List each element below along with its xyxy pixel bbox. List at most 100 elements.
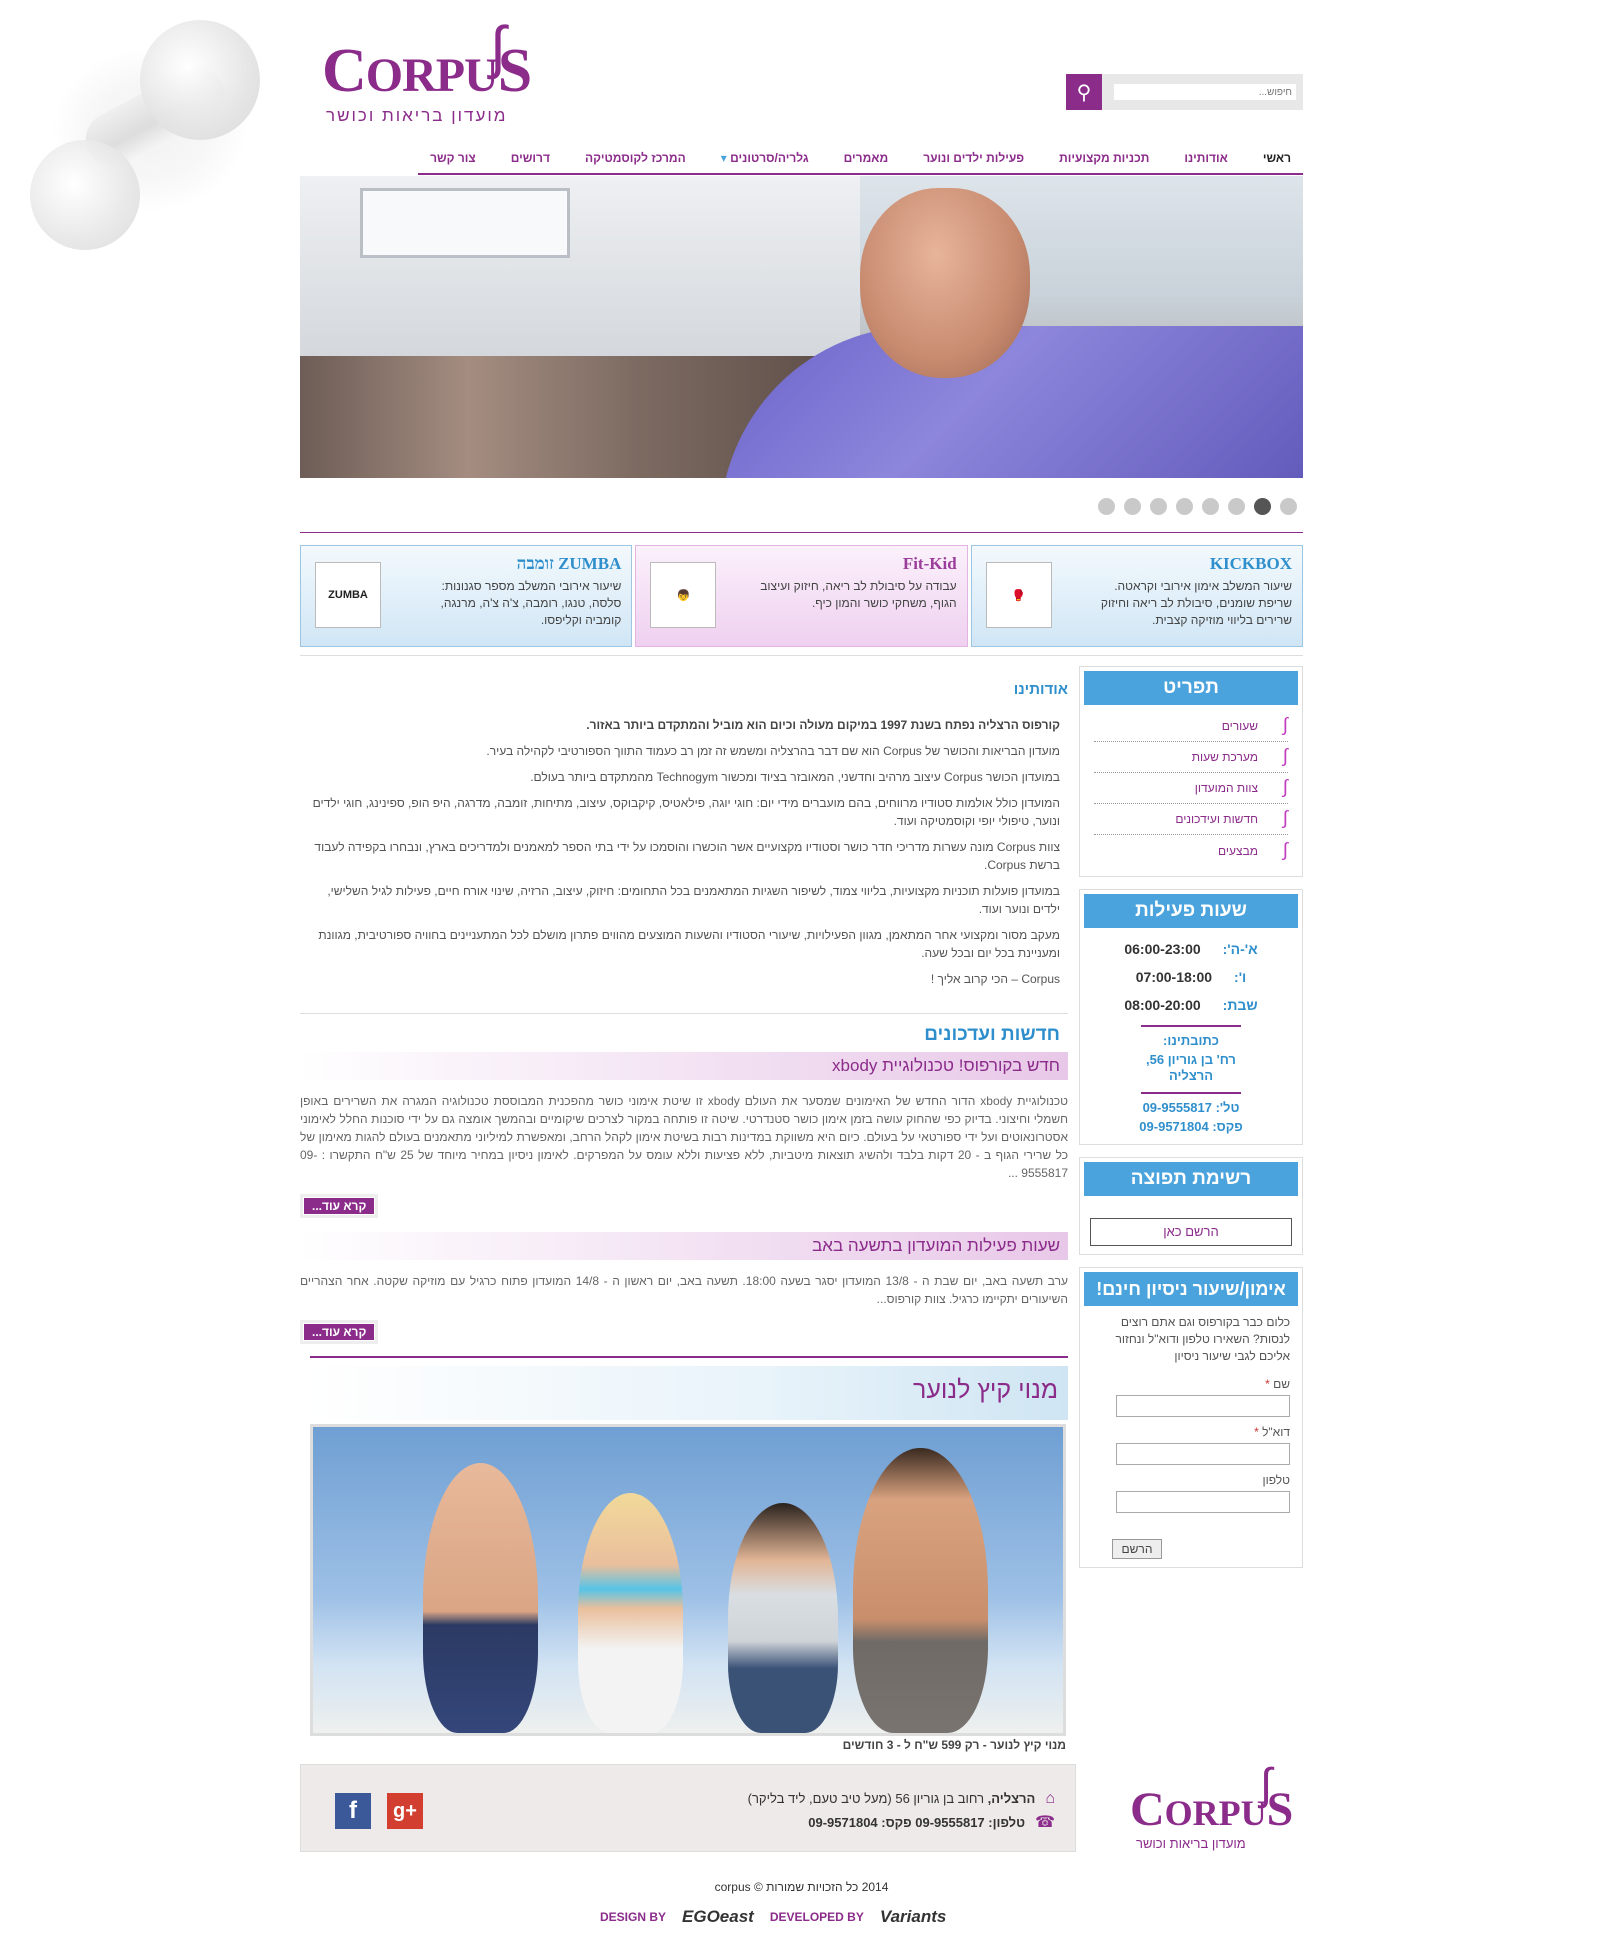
phone-icon: ☎ bbox=[1035, 1814, 1055, 1831]
news-item-headline[interactable]: שעות פעילות המועדון בתשעה באב bbox=[300, 1232, 1068, 1260]
about-paragraph: המועדון כולל אולמות סטודיו מרווחים, בהם … bbox=[312, 796, 1060, 828]
footer-city: הרצליה, bbox=[987, 1791, 1036, 1806]
phone-label: טלפון bbox=[1262, 1473, 1290, 1487]
footer-address: רחוב בן גוריון 56 (מעל טיב טעם, ליד בליק… bbox=[747, 1791, 988, 1806]
search-button[interactable]: ⚲ bbox=[1066, 74, 1102, 110]
name-field[interactable] bbox=[1116, 1395, 1290, 1417]
hero-slider-image bbox=[300, 176, 1303, 478]
site-logo[interactable]: CORPUS ∫ מועדון בריאות וכושר bbox=[322, 10, 532, 130]
nav-cosmetics[interactable]: המרכז לקוסמטיקה bbox=[585, 151, 686, 165]
phone-field[interactable] bbox=[1116, 1491, 1290, 1513]
slider-dot[interactable] bbox=[1124, 498, 1141, 515]
fax-text: פקס: 09-9571804 bbox=[1139, 1119, 1243, 1134]
footer: ⌂ הרצליה, רחוב בן גוריון 56 (מעל טיב טעם,… bbox=[300, 1764, 1076, 1852]
hours-time: 06:00-23:00 bbox=[1124, 941, 1201, 957]
footer-contact: ⌂ הרצליה, רחוב בן גוריון 56 (מעל טיב טעם,… bbox=[748, 1787, 1055, 1835]
fitkid-thumbnail: 👦 bbox=[650, 562, 717, 628]
footer-logo[interactable]: CORPUS ∫ מועדון בריאות וכושר bbox=[1130, 1760, 1300, 1860]
sidebar-item-classes[interactable]: ∫ שעורים bbox=[1094, 711, 1288, 742]
promo-zumba[interactable]: ZUMBA זומבה שיעור אירובי המשלב מספר סגנו… bbox=[300, 545, 633, 647]
divider bbox=[310, 1356, 1068, 1358]
slider-dot[interactable] bbox=[1228, 498, 1245, 515]
summer-promo-title: מנוי קיץ לנוער bbox=[310, 1366, 1068, 1420]
nav-kids[interactable]: פעילות ילדים ונוער bbox=[923, 151, 1024, 165]
summer-promo-link[interactable]: מנוי קיץ לנוער bbox=[990, 1738, 1066, 1752]
caption-text: - רק 599 ש"ח ל - 3 חודשים bbox=[842, 1738, 991, 1752]
nav-contact[interactable]: צור קשר bbox=[430, 151, 476, 165]
home-icon: ⌂ bbox=[1045, 1790, 1055, 1807]
newsletter-box: רשימת תפוצה הרשם כאן bbox=[1079, 1157, 1303, 1255]
hours-row: שבת: 08:00-20:00 bbox=[1094, 997, 1288, 1013]
news-title: חדשות ועדכונים bbox=[924, 1024, 1060, 1045]
nav-jobs[interactable]: דרושים bbox=[511, 151, 550, 165]
nav-articles[interactable]: מאמרים bbox=[844, 151, 889, 165]
nav-about[interactable]: אודותינו bbox=[1184, 151, 1227, 165]
about-paragraph: Corpus – הכי קרוב אליך ! bbox=[930, 972, 1060, 986]
trial-form-box: אימון/שיעור ניסיון חינם! כלום כבר בקורפו… bbox=[1079, 1267, 1303, 1568]
submit-button[interactable]: הרשם bbox=[1112, 1539, 1162, 1559]
promo-fitkid[interactable]: Fit-Kid עבודה על סיבולת לב ריאה, חיזוק ו… bbox=[635, 545, 968, 647]
menu-box-title: תפריט bbox=[1084, 671, 1298, 705]
facebook-icon[interactable]: f bbox=[335, 1793, 371, 1829]
footer-phone-line: ☎ טלפון: 09-9555817 פקס: 09-9571804 bbox=[748, 1811, 1055, 1835]
main-nav: ראשי אודותינו תכניות מקצועיות פעילות ילד… bbox=[418, 143, 1303, 175]
logo-tagline: מועדון בריאות וכושר bbox=[326, 106, 508, 125]
news-item-headline[interactable]: חדש בקורפוס! טכנולוגיית xbody bbox=[300, 1052, 1068, 1080]
design-by-label: DESIGN BY bbox=[600, 1910, 667, 1924]
menu-box: תפריט ∫ שעורים ∫ מערכת שעות ∫ צוות המועדון … bbox=[1079, 666, 1303, 877]
hours-time: 08:00-20:00 bbox=[1124, 997, 1201, 1013]
email-field[interactable] bbox=[1116, 1443, 1290, 1465]
footer-logo-tagline: מועדון בריאות וכושר bbox=[1136, 1836, 1246, 1851]
sidebar-item-schedule[interactable]: ∫ מערכת שעות bbox=[1094, 742, 1288, 773]
sidebar-item-news[interactable]: ∫ חדשות ועידכונים bbox=[1094, 804, 1288, 835]
slider-dot[interactable] bbox=[1280, 498, 1297, 515]
summer-promo-image[interactable] bbox=[310, 1424, 1066, 1736]
nav-home[interactable]: ראשי bbox=[1263, 151, 1291, 165]
google-plus-icon[interactable]: g+ bbox=[387, 1793, 423, 1829]
sidebar-item-staff[interactable]: ∫ צוות המועדון bbox=[1094, 773, 1288, 804]
promo-row: KICKBOX שיעור המשלב אימון אירובי וקראטה.… bbox=[300, 545, 1303, 647]
sidebar-item-deals[interactable]: ∫ מבצעים bbox=[1094, 835, 1288, 866]
read-more-button[interactable]: קרא עוד... bbox=[300, 1194, 379, 1218]
about-paragraph: צוות Corpus מונה עשרות מדריכי חדר כושר ו… bbox=[314, 840, 1060, 872]
nav-gallery-label: גלריה/סרטונים bbox=[730, 151, 809, 165]
design-company-logo[interactable]: EGOeast bbox=[682, 1907, 754, 1927]
name-label-text: שם bbox=[1269, 1377, 1290, 1391]
promo-text: שיעור אירובי המשלב מספר סגנונות: סלסה, ט… bbox=[440, 579, 622, 627]
sidebar-item-label: חדשות ועידכונים bbox=[1175, 812, 1258, 826]
slider-dot[interactable] bbox=[1176, 498, 1193, 515]
sidebar-item-label: צוות המועדון bbox=[1194, 781, 1258, 795]
developer-company-logo[interactable]: Variants bbox=[880, 1907, 946, 1927]
slider-dot[interactable] bbox=[1150, 498, 1167, 515]
zumba-logo-thumbnail: ZUMBA bbox=[315, 562, 382, 628]
promo-kickbox[interactable]: KICKBOX שיעור המשלב אימון אירובי וקראטה.… bbox=[970, 545, 1303, 647]
trial-form-text: כלום כבר בקורפוס וגם אתם רוצים לנסות? הש… bbox=[1115, 1315, 1291, 1363]
about-paragraph: מעקב מסור ומקצועי אחר המתאמן, מגוון הפעי… bbox=[318, 928, 1060, 960]
decorative-dumbbell bbox=[0, 0, 320, 290]
credits: DESIGN BY EGOeast DEVELOPED BY Variants bbox=[600, 1907, 946, 1927]
sidebar-item-label: מערכת שעות bbox=[1191, 750, 1258, 764]
slider-dots bbox=[1098, 498, 1297, 515]
about-paragraph: במועדון הכושר Corpus עיצוב מרהיב וחדשני,… bbox=[530, 770, 1060, 784]
search-input[interactable] bbox=[1114, 84, 1296, 100]
developed-by-label: DEVELOPED BY bbox=[769, 1910, 864, 1924]
address-label: כתובתינו: bbox=[1163, 1033, 1219, 1048]
about-paragraph: במועדון פועלות תוכניות מקצועיות, בליווי … bbox=[327, 884, 1060, 916]
logo-figure-icon: ∫ bbox=[490, 15, 506, 80]
nav-programs[interactable]: תכניות מקצועיות bbox=[1059, 151, 1149, 165]
sidebar-menu: ∫ שעורים ∫ מערכת שעות ∫ צוות המועדון ∫ חדשות… bbox=[1084, 705, 1298, 872]
about-title: אודותינו bbox=[1013, 681, 1068, 698]
newsletter-signup-button[interactable]: הרשם כאן bbox=[1090, 1218, 1292, 1246]
nav-gallery[interactable]: גלריה/סרטונים ▾ bbox=[721, 151, 809, 165]
slider-dot[interactable] bbox=[1202, 498, 1219, 515]
social-links: f g+ bbox=[335, 1793, 423, 1829]
news-item-body: טכנולוגיית xbody הדור החדש של האימונים ש… bbox=[300, 1094, 1069, 1180]
hours-day: א'-ה': bbox=[1222, 941, 1258, 957]
footer-logo-figure-icon: ∫ bbox=[1260, 1760, 1273, 1809]
name-label: שם * bbox=[1265, 1377, 1290, 1391]
read-more-button[interactable]: קרא עוד... bbox=[300, 1320, 379, 1344]
slider-dot[interactable] bbox=[1098, 498, 1115, 515]
summer-promo: מנוי קיץ לנוער מנוי קיץ לנוער - רק 599 ש… bbox=[310, 1366, 1068, 1752]
slider-dot-active[interactable] bbox=[1254, 498, 1271, 515]
email-label-text: דוא"ל bbox=[1258, 1425, 1290, 1439]
